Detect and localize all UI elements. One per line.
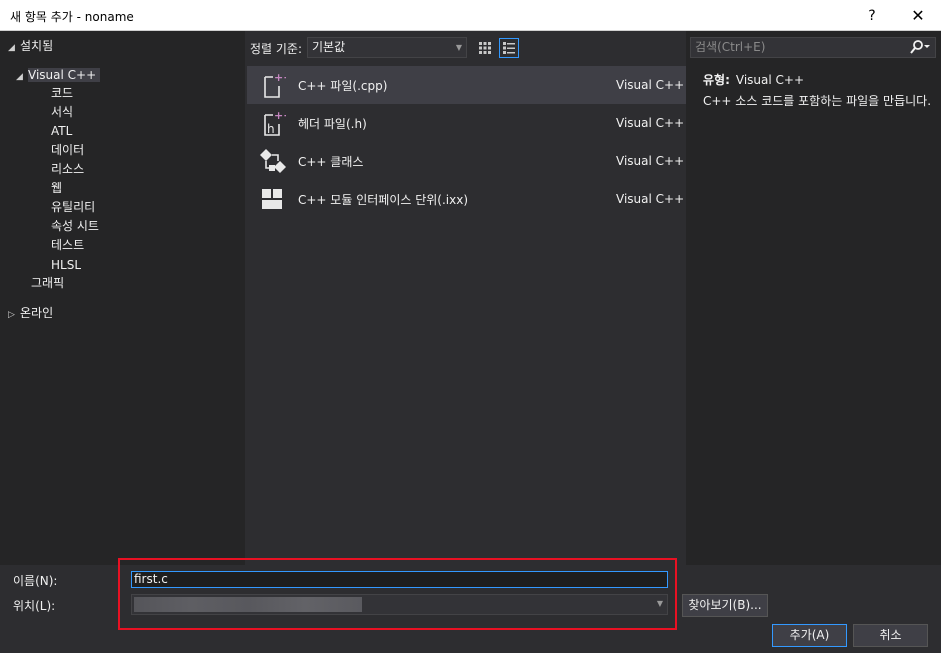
template-name: 헤더 파일(.h) bbox=[298, 116, 367, 131]
close-button[interactable]: ✕ bbox=[895, 0, 941, 31]
type-value: Visual C++ bbox=[735, 73, 805, 87]
location-field[interactable]: ▼ bbox=[131, 594, 668, 615]
template-language: Visual C++ bbox=[616, 116, 685, 130]
tree-item-test[interactable]: 테스트 bbox=[51, 236, 84, 254]
name-field[interactable]: first.c bbox=[131, 571, 668, 588]
template-name: C++ 모듈 인터페이스 단위(.ixx) bbox=[298, 192, 469, 207]
template-language: Visual C++ bbox=[616, 154, 685, 168]
class-icon bbox=[253, 142, 293, 180]
header-file-icon: h ++ bbox=[253, 104, 293, 142]
title-bar: 새 항목 추가 - noname ? ✕ bbox=[0, 0, 941, 31]
template-list: ++ C++ 파일(.cpp) Visual C++ h ++ 헤더 파일(.h… bbox=[245, 65, 688, 565]
template-row-module[interactable]: C++ 모듈 인터페이스 단위(.ixx) Visual C++ bbox=[247, 180, 688, 218]
search-icon[interactable] bbox=[909, 39, 931, 61]
cpp-file-icon: ++ bbox=[253, 66, 293, 104]
template-language: Visual C++ bbox=[616, 78, 685, 92]
collapsed-triangle-icon[interactable]: ▷ bbox=[8, 306, 20, 324]
dropdown-arrow-icon[interactable]: ▼ bbox=[657, 599, 663, 608]
search-input[interactable]: 검색(Ctrl+E) bbox=[690, 37, 936, 58]
type-label: 유형: bbox=[703, 73, 730, 87]
template-row-class[interactable]: C++ 클래스 Visual C++ bbox=[247, 142, 688, 180]
location-value-blurred bbox=[134, 597, 362, 612]
type-line: 유형: Visual C++ bbox=[703, 71, 804, 88]
search-placeholder: 검색(Ctrl+E) bbox=[695, 40, 766, 54]
svg-text:++: ++ bbox=[274, 109, 286, 122]
name-label: 이름(N): bbox=[13, 574, 58, 588]
tree-item-code[interactable]: 코드 bbox=[51, 84, 73, 102]
sort-value: 기본값 bbox=[312, 40, 346, 54]
details-panel: 검색(Ctrl+E) 유형: Visual C++ C++ 소스 코드를 포함하는… bbox=[686, 31, 941, 565]
list-view-icon bbox=[503, 42, 515, 54]
category-tree: ◢ 설치됨 ◢ Visual C++ 코드 서식 ATL 데이터 리소스 웹 유틸리… bbox=[0, 31, 245, 565]
dropdown-arrow-icon: ▼ bbox=[455, 43, 462, 52]
svg-text:h: h bbox=[267, 122, 275, 136]
grid-view-button[interactable] bbox=[475, 38, 495, 58]
tree-item-visual-cpp-label: Visual C++ bbox=[28, 68, 101, 82]
tree-item-utility[interactable]: 유틸리티 bbox=[51, 198, 95, 216]
tree-item-hlsl[interactable]: HLSL bbox=[51, 256, 81, 274]
list-view-button[interactable] bbox=[499, 38, 519, 58]
tree-item-visual-cpp[interactable]: ◢ Visual C++ bbox=[16, 66, 101, 86]
tree-item-web[interactable]: 웹 bbox=[51, 179, 62, 197]
template-description: C++ 소스 코드를 포함하는 파일을 만듭니다. bbox=[703, 94, 932, 108]
tree-item-atl[interactable]: ATL bbox=[51, 122, 72, 140]
module-icon bbox=[253, 180, 293, 218]
svg-text:++: ++ bbox=[274, 71, 286, 84]
cancel-button[interactable]: 취소 bbox=[853, 624, 928, 647]
template-language: Visual C++ bbox=[616, 192, 685, 206]
location-label: 위치(L): bbox=[13, 599, 56, 613]
name-value: first.c bbox=[134, 572, 168, 586]
template-row-header[interactable]: h ++ 헤더 파일(.h) Visual C++ bbox=[247, 104, 688, 142]
expanded-triangle-icon[interactable]: ◢ bbox=[8, 39, 20, 57]
tree-item-template[interactable]: 서식 bbox=[51, 103, 73, 121]
expanded-triangle-icon[interactable]: ◢ bbox=[16, 68, 28, 86]
template-row-cpp[interactable]: ++ C++ 파일(.cpp) Visual C++ bbox=[247, 66, 688, 104]
grid-view-icon bbox=[479, 42, 491, 54]
tree-item-installed[interactable]: ◢ 설치됨 bbox=[8, 37, 53, 55]
tree-item-data[interactable]: 데이터 bbox=[51, 141, 84, 159]
tree-item-property-sheet[interactable]: 속성 시트 bbox=[51, 217, 99, 235]
bottom-form: 이름(N): first.c 위치(L): ▼ 찾아보기(B)... 추가(A)… bbox=[0, 558, 941, 653]
sort-label: 정렬 기준: bbox=[250, 42, 303, 56]
browse-button[interactable]: 찾아보기(B)... bbox=[682, 594, 768, 617]
tree-item-resource[interactable]: 리소스 bbox=[51, 160, 84, 178]
window-title: 새 항목 추가 - noname bbox=[10, 10, 134, 24]
help-button[interactable]: ? bbox=[849, 0, 895, 31]
tree-item-online[interactable]: ▷ 온라인 bbox=[8, 304, 53, 322]
tree-item-graphics[interactable]: 그래픽 bbox=[31, 274, 64, 292]
add-button[interactable]: 추가(A) bbox=[772, 624, 847, 647]
sort-toolbar: 정렬 기준: 기본값 ▼ bbox=[245, 31, 686, 65]
template-name: C++ 파일(.cpp) bbox=[298, 78, 388, 93]
template-name: C++ 클래스 bbox=[298, 154, 364, 169]
sort-dropdown[interactable]: 기본값 ▼ bbox=[307, 37, 467, 58]
